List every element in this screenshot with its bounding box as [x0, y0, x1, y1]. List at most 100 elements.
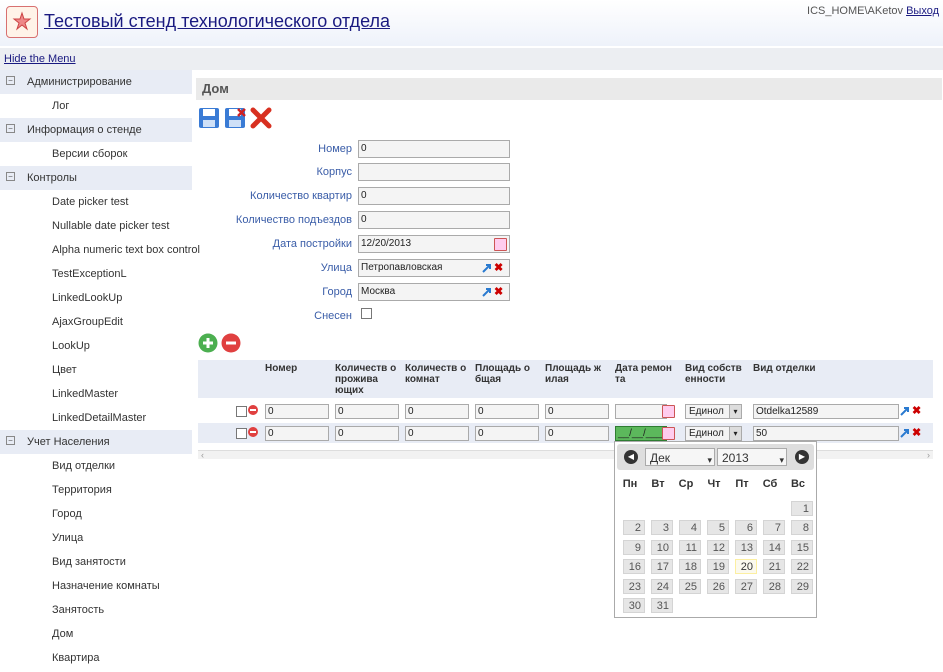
- sidebar-item-ajax-group-edit[interactable]: AjaxGroupEdit: [0, 310, 194, 334]
- calendar-day[interactable]: 2: [623, 520, 645, 536]
- ownership-select[interactable]: Единол ▾: [685, 404, 742, 419]
- calendar-day[interactable]: 25: [679, 578, 701, 594]
- cancel-icon[interactable]: [250, 107, 272, 129]
- calendar-day[interactable]: 12: [707, 539, 729, 555]
- calendar-day[interactable]: 4: [679, 520, 701, 536]
- sidebar-item-city[interactable]: Город: [0, 502, 194, 526]
- cell-repair-date[interactable]: __/__/____: [615, 426, 668, 441]
- cell-finish-type[interactable]: Otdelka12589: [753, 404, 899, 419]
- calendar-day[interactable]: 11: [679, 539, 701, 555]
- collapse-icon[interactable]: −: [6, 436, 15, 445]
- calendar-day[interactable]: 7: [763, 520, 785, 536]
- sidebar-item-test-exception[interactable]: TestExceptionL: [0, 262, 194, 286]
- horizontal-scrollbar[interactable]: ‹ ›: [198, 450, 933, 460]
- calendar-day[interactable]: 18: [679, 559, 701, 575]
- next-month-icon[interactable]: ▶: [795, 450, 809, 464]
- remove-row-icon[interactable]: [221, 333, 241, 353]
- scroll-right-icon[interactable]: ›: [927, 450, 930, 460]
- cell-number[interactable]: 0: [265, 404, 329, 419]
- sidebar-item-date-picker[interactable]: Date picker test: [0, 190, 194, 214]
- sidebar-item-versions[interactable]: Версии сборок: [0, 142, 194, 166]
- save-close-icon[interactable]: [224, 107, 246, 129]
- month-select[interactable]: Дек ▾: [645, 448, 715, 466]
- cell-residents[interactable]: 0: [335, 404, 399, 419]
- cell-living-area[interactable]: 0: [545, 426, 609, 441]
- sidebar-item-linked-master[interactable]: LinkedMaster: [0, 382, 194, 406]
- sidebar-item-street[interactable]: Улица: [0, 526, 194, 550]
- sidebar-item-nullable-date-picker[interactable]: Nullable date picker test: [0, 214, 194, 238]
- calendar-icon[interactable]: [662, 405, 675, 418]
- calendar-day[interactable]: 29: [791, 578, 813, 594]
- sidebar-section-controls[interactable]: − Контролы: [0, 166, 192, 190]
- calendar-icon[interactable]: [494, 238, 507, 251]
- cell-number[interactable]: 0: [265, 426, 329, 441]
- calendar-day[interactable]: 24: [651, 578, 673, 594]
- calendar-icon[interactable]: [662, 427, 675, 440]
- row-checkbox[interactable]: [236, 406, 247, 417]
- scroll-left-icon[interactable]: ‹: [201, 450, 204, 460]
- calendar-day[interactable]: 17: [651, 559, 673, 575]
- calendar-day[interactable]: 26: [707, 578, 729, 594]
- lookup-icon[interactable]: [482, 287, 492, 297]
- cell-living-area[interactable]: 0: [545, 404, 609, 419]
- collapse-icon[interactable]: −: [6, 172, 15, 181]
- ownership-select[interactable]: Единол ▾: [685, 426, 742, 441]
- sidebar-section-population[interactable]: − Учет Населения: [0, 430, 192, 454]
- calendar-day[interactable]: 6: [735, 520, 757, 536]
- lookup-icon[interactable]: [900, 406, 910, 416]
- delete-row-icon[interactable]: [248, 405, 258, 415]
- number-input[interactable]: 0: [358, 140, 510, 158]
- site-title[interactable]: Тестовый стенд технологического отдела: [44, 11, 390, 32]
- calendar-day[interactable]: 20: [735, 559, 757, 575]
- lookup-icon[interactable]: [900, 428, 910, 438]
- calendar-day[interactable]: 16: [623, 559, 645, 575]
- sidebar-item-alpha-numeric[interactable]: Alpha numeric text box control: [0, 238, 200, 262]
- calendar-day[interactable]: 19: [707, 559, 729, 575]
- add-row-icon[interactable]: [198, 333, 218, 353]
- collapse-icon[interactable]: −: [6, 76, 15, 85]
- calendar-day[interactable]: 8: [791, 520, 813, 536]
- cell-total-area[interactable]: 0: [475, 404, 539, 419]
- sidebar-item-color[interactable]: Цвет: [0, 358, 194, 382]
- calendar-day[interactable]: 13: [735, 539, 757, 555]
- collapse-icon[interactable]: −: [6, 124, 15, 133]
- sidebar-section-admin[interactable]: − Администрирование: [0, 70, 192, 94]
- calendar-day[interactable]: 9: [623, 539, 645, 555]
- lookup-icon[interactable]: [482, 263, 492, 273]
- apartments-count-input[interactable]: 0: [358, 187, 510, 205]
- sidebar-item-room-purpose[interactable]: Назначение комнаты: [0, 574, 194, 598]
- demolished-checkbox[interactable]: [361, 308, 372, 319]
- cell-rooms[interactable]: 0: [405, 404, 469, 419]
- sidebar-section-info[interactable]: − Информация о стенде: [0, 118, 192, 142]
- sidebar-item-log[interactable]: Лог: [0, 94, 194, 118]
- sidebar-item-employment[interactable]: Занятость: [0, 598, 194, 622]
- cell-residents[interactable]: 0: [335, 426, 399, 441]
- calendar-day[interactable]: 1: [791, 501, 813, 516]
- year-select[interactable]: 2013 ▾: [717, 448, 787, 466]
- calendar-day[interactable]: 30: [623, 598, 645, 613]
- sidebar-item-employment-type[interactable]: Вид занятости: [0, 550, 194, 574]
- clear-icon[interactable]: ✖: [494, 287, 504, 298]
- building-input[interactable]: [358, 163, 510, 181]
- calendar-day[interactable]: 14: [763, 539, 785, 555]
- cell-rooms[interactable]: 0: [405, 426, 469, 441]
- prev-month-icon[interactable]: ◀: [624, 450, 638, 464]
- sidebar-item-linked-lookup[interactable]: LinkedLookUp: [0, 286, 194, 310]
- row-checkbox[interactable]: [236, 428, 247, 439]
- chevron-down-icon[interactable]: ▾: [729, 405, 741, 418]
- calendar-day[interactable]: 10: [651, 539, 673, 555]
- calendar-day[interactable]: 22: [791, 559, 813, 575]
- sidebar-item-house[interactable]: Дом: [0, 622, 194, 646]
- calendar-day[interactable]: 15: [791, 539, 813, 555]
- save-icon[interactable]: [198, 107, 220, 129]
- calendar-day[interactable]: 31: [651, 598, 673, 613]
- calendar-day[interactable]: 21: [763, 559, 785, 575]
- calendar-day[interactable]: 23: [623, 578, 645, 594]
- sidebar-item-apartment[interactable]: Квартира: [0, 646, 194, 670]
- calendar-day[interactable]: 5: [707, 520, 729, 536]
- calendar-day[interactable]: 27: [735, 578, 757, 594]
- sidebar-item-lookup[interactable]: LookUp: [0, 334, 194, 358]
- cell-finish-type[interactable]: 50: [753, 426, 899, 441]
- sidebar-item-territory[interactable]: Территория: [0, 478, 194, 502]
- build-date-input[interactable]: 12/20/2013: [358, 235, 510, 253]
